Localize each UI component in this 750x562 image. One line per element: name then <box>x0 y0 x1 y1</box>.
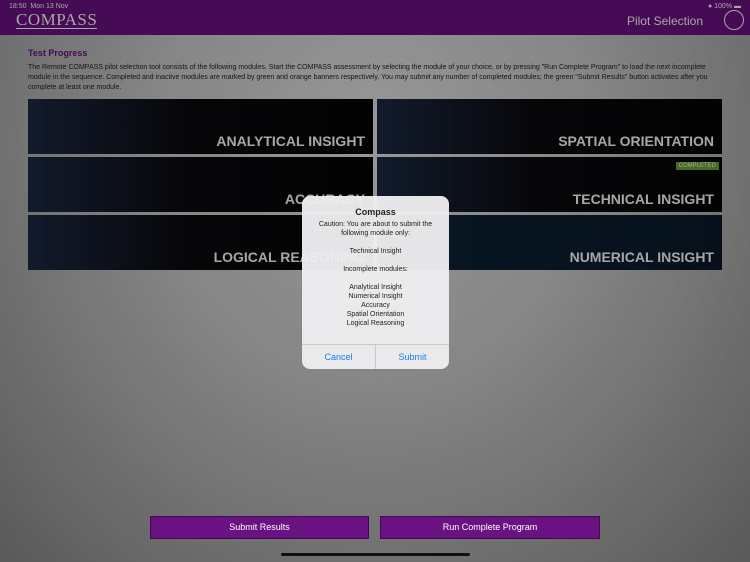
submit-button[interactable]: Submit <box>375 345 449 369</box>
cancel-button[interactable]: Cancel <box>302 345 375 369</box>
incomplete-item: Analytical Insight <box>349 284 402 291</box>
dialog-title: Compass <box>355 207 396 217</box>
incomplete-item: Logical Reasoning <box>346 320 405 327</box>
alert-dialog: Compass Caution: You are about to submit… <box>302 196 449 369</box>
submit-results-button[interactable]: Submit Results <box>150 516 369 539</box>
incomplete-item: Numerical Insight <box>348 293 403 300</box>
submitted-module: Technical Insight <box>349 248 402 255</box>
incomplete-item: Spatial Orientation <box>346 311 405 318</box>
dialog-message: Caution: You are about to submit the fol… <box>318 221 433 237</box>
run-complete-program-button[interactable]: Run Complete Program <box>380 516 600 539</box>
incomplete-label: Incomplete modules: <box>343 266 408 273</box>
incomplete-item: Accuracy <box>361 302 390 309</box>
home-indicator[interactable] <box>281 553 470 556</box>
